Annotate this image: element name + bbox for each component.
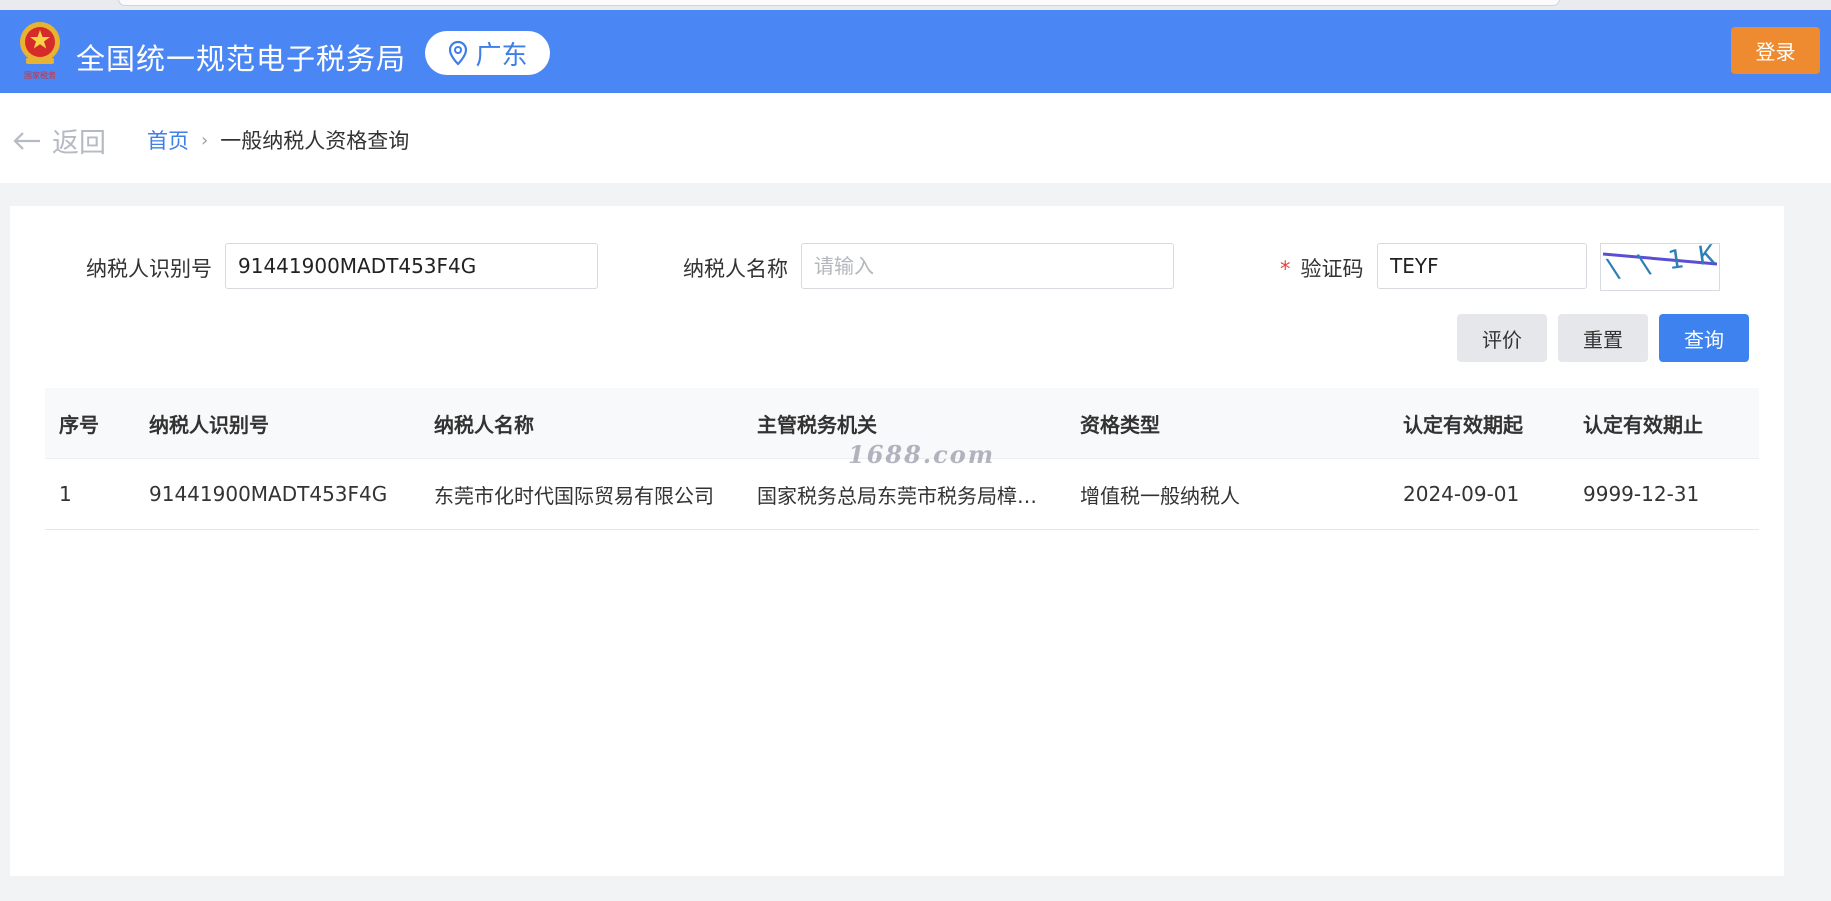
location-pin-icon <box>449 40 468 66</box>
taxpayer-name-label: 纳税人名称 <box>683 257 788 281</box>
login-button[interactable]: 登录 <box>1731 27 1820 74</box>
query-card: 纳税人识别号 纳税人名称 * 验证码 \ \ 1 K 评价 重置 查询 序号 纳税… <box>10 206 1784 876</box>
column-header: 主管税务机关 <box>757 412 877 437</box>
column-header: 认定有效期起 <box>1403 412 1523 437</box>
captcha-image[interactable]: \ \ 1 K <box>1600 243 1720 291</box>
table-cell: 增值税一般纳税人 <box>1080 483 1240 508</box>
column-header: 纳税人识别号 <box>149 412 269 437</box>
table-cell: 9999-12-31 <box>1583 482 1700 506</box>
breadcrumb-current: 一般纳税人资格查询 <box>220 129 410 153</box>
table-cell: 国家税务总局东莞市税务局樟木头税务分局 <box>757 483 1066 508</box>
breadcrumb-home-link[interactable]: 首页 <box>147 125 189 155</box>
browser-top-strip <box>0 0 1831 10</box>
site-title: 全国统一规范电子税务局 <box>76 42 407 76</box>
taxpayer-id-label: 纳税人识别号 <box>86 257 212 281</box>
evaluate-button[interactable]: 评价 <box>1457 314 1547 362</box>
column-header: 资格类型 <box>1080 412 1160 437</box>
column-header: 认定有效期止 <box>1583 412 1703 437</box>
region-selector[interactable]: 广东 <box>425 31 550 75</box>
region-label: 广东 <box>475 40 528 71</box>
required-mark: * <box>1280 257 1291 281</box>
emblem-text: 国家税务 <box>24 70 56 80</box>
captcha-image-text: \ \ 1 K <box>1604 244 1717 285</box>
breadcrumb: 首页 › 一般纳税人资格查询 <box>147 125 409 155</box>
national-emblem-logo: 国家税务 <box>20 22 60 80</box>
sub-navigation: 返回 首页 › 一般纳税人资格查询 <box>0 93 1831 183</box>
captcha-label: 验证码 <box>1300 257 1364 281</box>
query-button[interactable]: 查询 <box>1659 314 1749 362</box>
back-label: 返回 <box>52 128 106 159</box>
chevron-right-icon: › <box>201 129 209 151</box>
table-cell: 2024-09-01 <box>1403 482 1520 506</box>
column-header: 序号 <box>59 412 99 437</box>
table-cell: 1 <box>59 482 72 506</box>
column-header: 纳税人名称 <box>434 412 534 437</box>
table-cell: 东莞市化时代国际贸易有限公司 <box>434 483 714 508</box>
taxpayer-name-input[interactable] <box>801 243 1174 289</box>
back-button[interactable]: 返回 <box>12 121 106 160</box>
site-header: 国家税务 全国统一规范电子税务局 广东 登录 <box>0 10 1831 93</box>
browser-address-bar[interactable] <box>118 0 1560 6</box>
arrow-left-icon <box>13 131 40 150</box>
reset-button[interactable]: 重置 <box>1558 314 1648 362</box>
captcha-label-group: * 验证码 <box>1280 253 1364 283</box>
captcha-input[interactable] <box>1377 243 1587 289</box>
taxpayer-id-input[interactable] <box>225 243 598 289</box>
captcha-graphic: \ \ 1 K <box>1602 244 1718 285</box>
table-cell: 91441900MADT453F4G <box>149 482 388 506</box>
watermark-text: 1688.com <box>848 440 996 469</box>
